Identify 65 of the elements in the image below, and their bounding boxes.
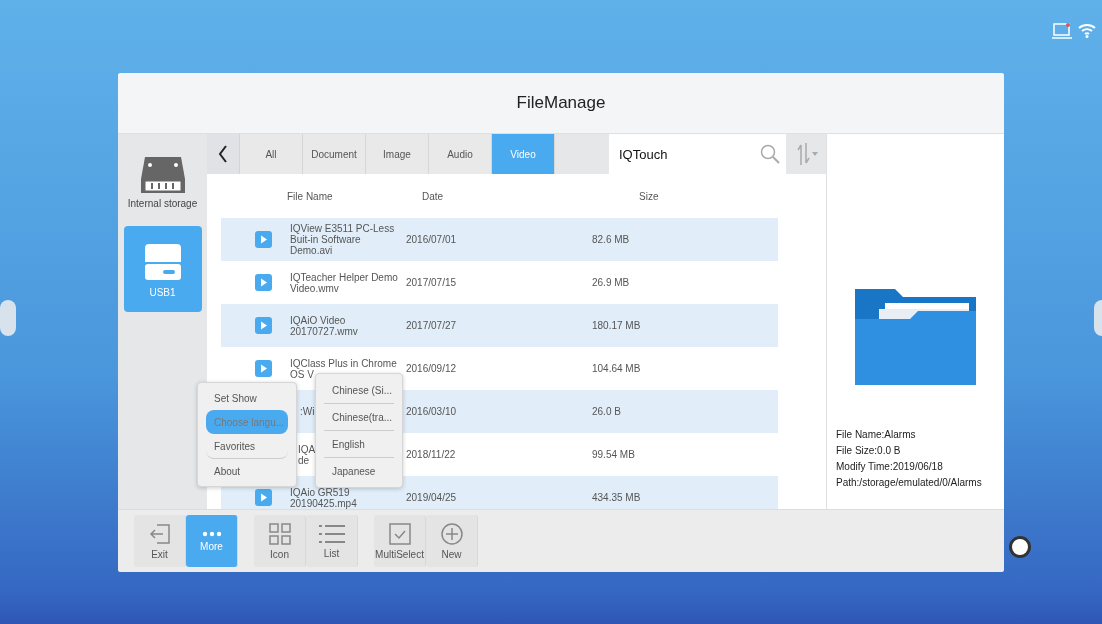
back-button[interactable] — [207, 134, 240, 174]
grid-icon — [268, 522, 291, 545]
file-size: 99.54 MB — [592, 449, 635, 460]
storage-label: USB1 — [149, 287, 176, 298]
more-icon — [201, 530, 222, 537]
language-item[interactable]: English — [324, 431, 394, 458]
file-date: 2016/09/12 — [406, 363, 457, 374]
file-name: IQAio GR519 20190425.mp4 — [290, 486, 358, 509]
file-date: 2016/03/10 — [406, 406, 457, 417]
column-header[interactable]: File Name — [287, 190, 413, 202]
file-date: 2016/07/01 — [406, 234, 457, 245]
file-name: IQClass Plus in Chrome OS V — [290, 357, 398, 380]
file-date: 2017/07/27 — [406, 320, 457, 331]
menu-item[interactable]: Favorites — [206, 434, 288, 459]
list-icon — [318, 523, 345, 544]
checkbox-icon — [388, 522, 411, 545]
toolbar-button[interactable]: Icon — [254, 515, 306, 567]
toolbar-button[interactable]: List — [306, 515, 358, 567]
detail-text: Modify Time:2019/06/18 — [836, 461, 944, 472]
toolbar-button[interactable]: Exit — [134, 515, 186, 567]
file-row[interactable]: IQView E3511 PC-Less Buit-in Software Demo.avi 2016/07/01 82.6 MB — [221, 218, 778, 261]
back-icon — [218, 145, 228, 163]
file-size: 82.6 MB — [592, 234, 630, 245]
plus-icon — [440, 522, 463, 545]
window-title: FileManage — [516, 93, 606, 113]
file-name: :Wi — [299, 406, 316, 417]
search-icon — [760, 144, 780, 164]
search-box[interactable]: IQTouch — [609, 134, 786, 174]
file-size: 104.64 MB — [592, 363, 641, 374]
floating-button[interactable] — [1009, 536, 1031, 558]
toolbar-button[interactable]: MultiSelect — [374, 515, 426, 567]
folder-icon — [855, 289, 976, 385]
file-date: 2018/11/22 — [406, 449, 456, 460]
search-field[interactable]: IQTouch — [617, 145, 756, 163]
play-icon — [255, 274, 272, 291]
detail-text: File Size:0.0 B — [836, 445, 902, 456]
side-handle[interactable] — [0, 300, 16, 336]
language-item[interactable]: Chinese(tra... — [324, 404, 394, 431]
toolbar-button[interactable]: New — [426, 515, 478, 567]
play-icon — [255, 231, 272, 248]
hard-drive-icon — [138, 155, 187, 195]
screen-icon — [1052, 22, 1072, 40]
file-name: IQTeacher Helper Demo Video.wmv — [290, 271, 399, 294]
detail-text: File Name:Alarms — [836, 429, 917, 440]
file-name: IQA de — [297, 443, 317, 466]
file-size: 434.35 MB — [592, 492, 641, 503]
detail-text: Path:/storage/emulated/0/Alarms — [836, 477, 983, 488]
play-icon — [255, 360, 272, 377]
wifi-icon — [1078, 22, 1096, 38]
column-header[interactable]: Size — [599, 190, 778, 202]
file-size: 180.17 MB — [592, 320, 641, 331]
file-name: IQAiO Video 20170727.wmv — [290, 314, 359, 337]
column-header[interactable]: Date — [413, 190, 599, 202]
file-name: IQView E3511 PC-Less Buit-in Software Demo.avi — [290, 223, 396, 256]
file-size: 26.9 MB — [592, 277, 630, 288]
play-icon — [255, 489, 272, 506]
exit-icon — [148, 522, 171, 545]
file-date: 2017/07/15 — [406, 277, 457, 288]
storage-item[interactable]: Internal storage — [123, 144, 202, 220]
file-date: 2019/04/25 — [406, 492, 457, 503]
file-size: 26.0 B — [592, 406, 621, 417]
storage-label: Internal storage — [127, 198, 198, 209]
file-row[interactable]: IQAiO Video 20170727.wmv 2017/07/27 180.17 MB — [221, 304, 778, 347]
play-icon — [255, 317, 272, 334]
language-item[interactable]: Chinese (Si... — [324, 377, 394, 404]
